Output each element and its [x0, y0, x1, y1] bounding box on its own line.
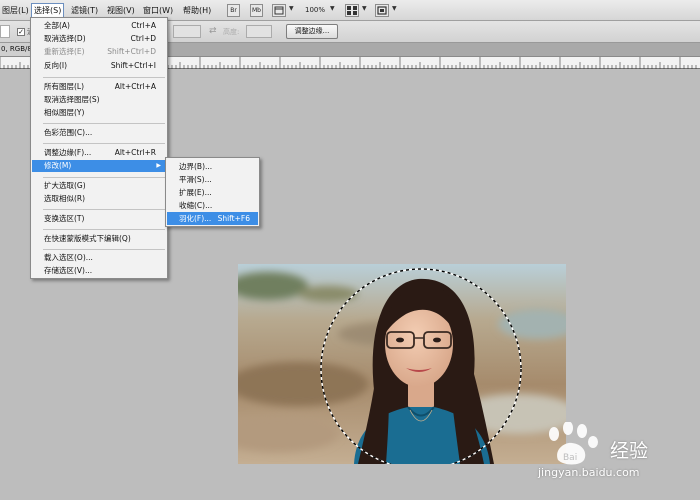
bridge-button[interactable]: Br — [227, 4, 240, 17]
portrait-photo — [238, 264, 566, 464]
svg-text:Bai: Bai — [563, 453, 577, 463]
height-label: 高度: — [223, 28, 240, 36]
width-field[interactable] — [173, 25, 201, 38]
anti-alias-checkbox[interactable]: ✓ — [17, 28, 25, 36]
watermark-brand: 经验 — [610, 440, 649, 462]
menu-separator — [43, 143, 165, 144]
submenu-arrow-icon: ▶ — [156, 162, 161, 169]
menu-item-save-selection[interactable]: 存储选区(V)... — [32, 265, 166, 277]
document-tab[interactable]: 0, RGB/8 — [0, 43, 33, 56]
menu-layer[interactable]: 图层(L) — [0, 3, 31, 18]
menu-item-deselect[interactable]: 取消选择(D) Ctrl+D — [32, 33, 166, 45]
menu-item-modify[interactable]: 修改(M) ▶ — [32, 160, 166, 172]
submenu-item-feather[interactable]: 羽化(F)... Shift+F6 — [167, 212, 258, 225]
minibridge-button[interactable]: Mb — [250, 4, 263, 17]
menu-view[interactable]: 视图(V) — [105, 3, 137, 18]
menu-separator — [43, 229, 165, 230]
menu-item-color-range[interactable]: 色彩范围(C)... — [32, 127, 166, 139]
menu-item-similar-layers[interactable]: 相似图层(Y) — [32, 107, 166, 119]
menu-item-select-all[interactable]: 全部(A) Ctrl+A — [32, 20, 166, 32]
menu-separator — [43, 177, 165, 178]
height-field[interactable] — [246, 25, 272, 38]
menu-item-transform-selection[interactable]: 变换选区(T) — [32, 213, 166, 225]
menu-item-grow[interactable]: 扩大选取(G) — [32, 180, 166, 192]
modify-submenu: 边界(B)... 平滑(S)... 扩展(E)... 收缩(C)... 羽化(F… — [165, 157, 260, 227]
screen-mode-dropdown-icon[interactable]: ▼ — [392, 5, 397, 12]
menu-separator — [43, 249, 165, 250]
menu-window[interactable]: 窗口(W) — [141, 3, 175, 18]
menu-item-all-layers[interactable]: 所有图层(L) Alt+Ctrl+A — [32, 81, 166, 93]
menu-help[interactable]: 帮助(H) — [181, 3, 213, 18]
refine-edge-button[interactable]: 调整边缘... — [286, 24, 338, 39]
submenu-item-contract[interactable]: 收缩(C)... — [167, 199, 258, 212]
arrange-dropdown-icon[interactable]: ▼ — [362, 5, 367, 12]
submenu-item-smooth[interactable]: 平滑(S)... — [167, 173, 258, 186]
swap-icon[interactable]: ⇄ — [209, 26, 217, 36]
arrange-docs-icon[interactable] — [345, 4, 359, 17]
extras-dropdown-icon[interactable]: ▼ — [289, 5, 294, 12]
menu-item-quick-mask[interactable]: 在快速蒙版模式下编辑(Q) — [32, 233, 166, 245]
watermark-url: jingyan.baidu.com — [538, 466, 640, 479]
menu-separator — [43, 123, 165, 124]
menu-separator — [43, 209, 165, 210]
submenu-item-expand[interactable]: 扩展(E)... — [167, 186, 258, 199]
menu-separator — [43, 77, 165, 78]
menu-item-inverse[interactable]: 反向(I) Shift+Ctrl+I — [32, 60, 166, 72]
extras-icon[interactable] — [272, 4, 286, 17]
menu-item-deselect-layers[interactable]: 取消选择图层(S) — [32, 94, 166, 106]
menu-item-reselect[interactable]: 重新选择(E) Shift+Ctrl+D — [32, 46, 166, 58]
screen-mode-icon[interactable] — [375, 4, 389, 17]
selection-mode-box[interactable] — [0, 25, 10, 38]
zoom-level[interactable]: 100% — [305, 4, 325, 17]
zoom-dropdown-icon[interactable]: ▼ — [330, 5, 335, 12]
baidu-jingyan-watermark: Bai 经验 jingyan.baidu.com — [538, 422, 663, 488]
menu-select[interactable]: 选择(S) — [31, 3, 65, 18]
submenu-item-border[interactable]: 边界(B)... — [167, 160, 258, 173]
paw-logo-icon: Bai — [549, 422, 598, 465]
select-menu: 全部(A) Ctrl+A 取消选择(D) Ctrl+D 重新选择(E) Shif… — [30, 17, 168, 279]
menu-item-refine-edge[interactable]: 调整边缘(F)... Alt+Ctrl+R — [32, 147, 166, 159]
menu-item-load-selection[interactable]: 载入选区(O)... — [32, 252, 166, 264]
menu-filter[interactable]: 滤镜(T) — [69, 3, 100, 18]
menu-item-similar[interactable]: 选取相似(R) — [32, 193, 166, 205]
